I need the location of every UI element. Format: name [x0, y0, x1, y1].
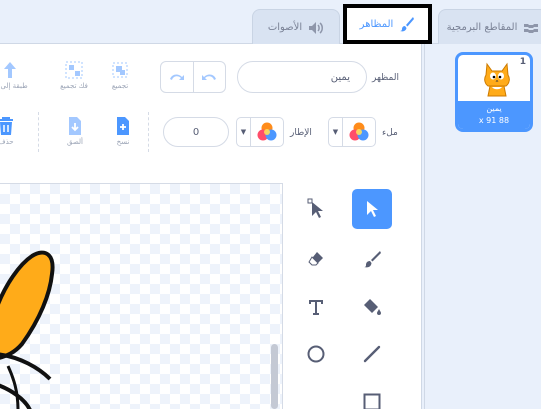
- code-icon: [524, 23, 539, 33]
- group-button[interactable]: تجميع: [100, 60, 140, 90]
- select-tool[interactable]: [352, 189, 392, 229]
- copy-button[interactable]: نسخ: [103, 116, 143, 146]
- paintbrush-icon: [400, 17, 415, 32]
- undo-redo-group: [160, 61, 226, 93]
- tab-sounds[interactable]: الأصوات: [252, 9, 340, 45]
- group-icon: [112, 62, 128, 78]
- circle-icon: [307, 345, 325, 363]
- ungroup-label: فك تجميع: [60, 82, 88, 90]
- line-tool[interactable]: [352, 334, 392, 374]
- sprite-list-pane: 1 يمين x 91 88: [424, 44, 541, 409]
- outline-color-picker[interactable]: ▼: [236, 117, 284, 147]
- text-tool[interactable]: [296, 287, 336, 327]
- tab-code-label: المقاطع البرمجية: [446, 22, 518, 33]
- copy-label: نسخ: [116, 138, 130, 146]
- toolbar-divider: [148, 112, 149, 152]
- toolbar-divider: [38, 112, 39, 152]
- rectangle-icon: [363, 393, 381, 409]
- costume-number: 1: [519, 57, 526, 67]
- drawing-canvas[interactable]: [0, 183, 283, 409]
- undo-button[interactable]: [192, 62, 226, 92]
- tab-code[interactable]: المقاطع البرمجية: [438, 9, 541, 45]
- tab-sounds-label: الأصوات: [267, 22, 303, 33]
- outline-width-input[interactable]: 0: [163, 117, 229, 147]
- forward-layer-button[interactable]: طبقة إلى الأ: [0, 60, 30, 90]
- rectangle-tool[interactable]: [352, 382, 392, 409]
- color-swatch-icon: [349, 122, 369, 141]
- undo-icon: [202, 74, 217, 80]
- redo-button[interactable]: [161, 62, 193, 92]
- paste-icon: [69, 117, 81, 135]
- cat-costume-drawing: [0, 250, 55, 409]
- delete-button[interactable]: حذف: [0, 116, 26, 146]
- paste-label: ألصق: [67, 138, 83, 146]
- outline-width-value: 0: [192, 126, 200, 138]
- paint-editor: المظهر يمين تجميع فك تجميع طبقة إلى الأ …: [0, 44, 422, 409]
- cat-sprite-icon: [484, 62, 510, 97]
- forward-layer-label: طبقة إلى الأ: [0, 82, 28, 90]
- chevron-down-icon: ▼: [237, 118, 251, 146]
- tab-costumes[interactable]: المظاهر: [343, 4, 432, 44]
- canvas-vertical-scrollbar[interactable]: [271, 344, 278, 409]
- copy-icon: [117, 117, 129, 135]
- speaker-icon: [309, 21, 324, 34]
- fill-tool[interactable]: [352, 287, 392, 327]
- costume-thumbnail[interactable]: 1 يمين x 91 88: [455, 52, 533, 132]
- text-icon: [309, 300, 323, 315]
- line-icon: [363, 345, 381, 363]
- editor-tab-bar: المقاطع البرمجية المظاهر الأصوات: [0, 0, 541, 45]
- reshape-cursor-icon: [307, 198, 323, 218]
- costume-name-label: المظهر: [372, 73, 399, 83]
- costume-thumbnail-info: يمين x 91 88: [458, 101, 530, 129]
- costume-name-input[interactable]: يمين: [237, 61, 367, 93]
- paint-bucket-icon: [364, 299, 381, 315]
- redo-icon: [169, 74, 184, 80]
- costume-name-value: يمين: [330, 71, 350, 83]
- fill-color-picker[interactable]: ▼: [328, 117, 376, 147]
- color-swatch-icon: [257, 122, 277, 141]
- chevron-down-icon: ▼: [329, 118, 343, 146]
- fill-label: ملء: [382, 128, 398, 138]
- arrow-cursor-icon: [367, 201, 378, 217]
- brush-icon: [364, 251, 381, 268]
- eraser-tool[interactable]: [296, 239, 336, 279]
- eraser-icon: [308, 252, 323, 266]
- circle-tool[interactable]: [296, 334, 336, 374]
- ungroup-icon: [65, 61, 83, 79]
- reshape-tool[interactable]: [296, 189, 336, 229]
- costume-thumbnail-name: يمين: [486, 104, 502, 113]
- group-label: تجميع: [111, 82, 129, 90]
- trash-icon: [0, 117, 13, 135]
- arrow-up-icon: [4, 62, 16, 78]
- ungroup-button[interactable]: فك تجميع: [54, 60, 94, 90]
- delete-label: حذف: [0, 138, 14, 146]
- paste-button[interactable]: ألصق: [55, 116, 95, 146]
- outline-label: الإطار: [290, 128, 312, 138]
- brush-tool[interactable]: [352, 239, 392, 279]
- tab-costumes-label: المظاهر: [359, 18, 394, 30]
- costume-thumbnail-coords: x 91 88: [478, 116, 510, 125]
